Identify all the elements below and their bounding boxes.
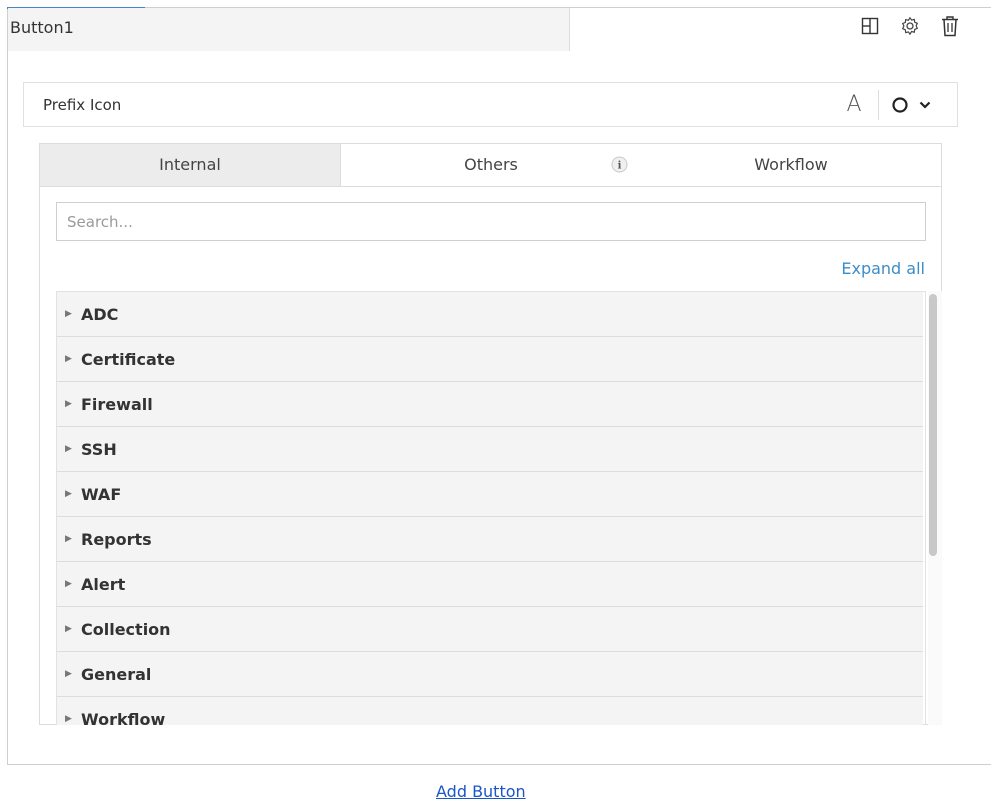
layout-icon[interactable] bbox=[859, 15, 881, 37]
category-item[interactable]: ▶ Certificate bbox=[57, 337, 923, 382]
icon-picker-panel: Internal Others i Workflow Expand all ▶ A… bbox=[39, 143, 942, 725]
category-label: ADC bbox=[81, 304, 119, 324]
icon-select-dropdown[interactable] bbox=[887, 90, 957, 120]
icon-source-tabs: Internal Others i Workflow bbox=[40, 144, 941, 187]
caret-right-icon: ▶ bbox=[65, 669, 72, 679]
category-item[interactable]: ▶ General bbox=[57, 652, 923, 697]
category-item[interactable]: ▶ Reports bbox=[57, 517, 923, 562]
caret-right-icon: ▶ bbox=[65, 444, 72, 454]
category-label: SSH bbox=[81, 439, 117, 459]
trash-icon[interactable] bbox=[939, 15, 961, 37]
category-label: Collection bbox=[81, 619, 171, 639]
caret-right-icon: ▶ bbox=[65, 354, 72, 364]
category-label: Workflow bbox=[81, 709, 166, 726]
expand-all-link[interactable]: Expand all bbox=[841, 259, 925, 278]
caret-right-icon: ▶ bbox=[65, 309, 72, 319]
category-label: Certificate bbox=[81, 349, 176, 369]
category-item[interactable]: ▶ ADC bbox=[57, 292, 923, 337]
prefix-icon-label: Prefix Icon bbox=[43, 95, 122, 114]
add-button-link[interactable]: Add Button bbox=[436, 782, 526, 801]
button-toolbar bbox=[859, 12, 961, 40]
caret-right-icon: ▶ bbox=[65, 714, 72, 724]
category-item[interactable]: ▶ Workflow bbox=[57, 697, 923, 725]
caret-right-icon: ▶ bbox=[65, 399, 72, 409]
caret-right-icon: ▶ bbox=[65, 534, 72, 544]
caret-right-icon: ▶ bbox=[65, 579, 72, 589]
category-label: General bbox=[81, 664, 152, 684]
prefix-icon-row: Prefix Icon A bbox=[23, 82, 958, 127]
tab-others-label: Others bbox=[464, 155, 518, 174]
gear-icon[interactable] bbox=[899, 15, 921, 37]
chevron-down-icon bbox=[919, 101, 931, 109]
category-item[interactable]: ▶ WAF bbox=[57, 472, 923, 517]
button-name-field[interactable]: Button1 bbox=[8, 8, 570, 51]
tab-others[interactable]: Others i bbox=[341, 144, 641, 186]
tab-workflow[interactable]: Workflow bbox=[641, 144, 941, 186]
caret-right-icon: ▶ bbox=[65, 489, 72, 499]
divider bbox=[878, 89, 879, 120]
category-label: WAF bbox=[81, 484, 122, 504]
circle-icon bbox=[892, 96, 908, 113]
tab-internal[interactable]: Internal bbox=[40, 144, 341, 186]
search-input[interactable] bbox=[56, 202, 926, 241]
info-icon[interactable]: i bbox=[611, 156, 628, 173]
text-icon-toggle[interactable]: A bbox=[834, 90, 874, 120]
category-item[interactable]: ▶ Alert bbox=[57, 562, 923, 607]
category-label: Reports bbox=[81, 529, 152, 549]
category-list: ▶ ADC ▶ Certificate ▶ Firewall ▶ SSH ▶ WAF ▶ Report… bbox=[56, 291, 926, 725]
svg-text:i: i bbox=[618, 161, 622, 172]
category-item[interactable]: ▶ SSH bbox=[57, 427, 923, 472]
scrollbar-thumb[interactable] bbox=[929, 294, 937, 556]
category-label: Firewall bbox=[81, 394, 153, 414]
caret-right-icon: ▶ bbox=[65, 624, 72, 634]
category-item[interactable]: ▶ Collection bbox=[57, 607, 923, 652]
category-label: Alert bbox=[81, 574, 126, 594]
category-item[interactable]: ▶ Firewall bbox=[57, 382, 923, 427]
